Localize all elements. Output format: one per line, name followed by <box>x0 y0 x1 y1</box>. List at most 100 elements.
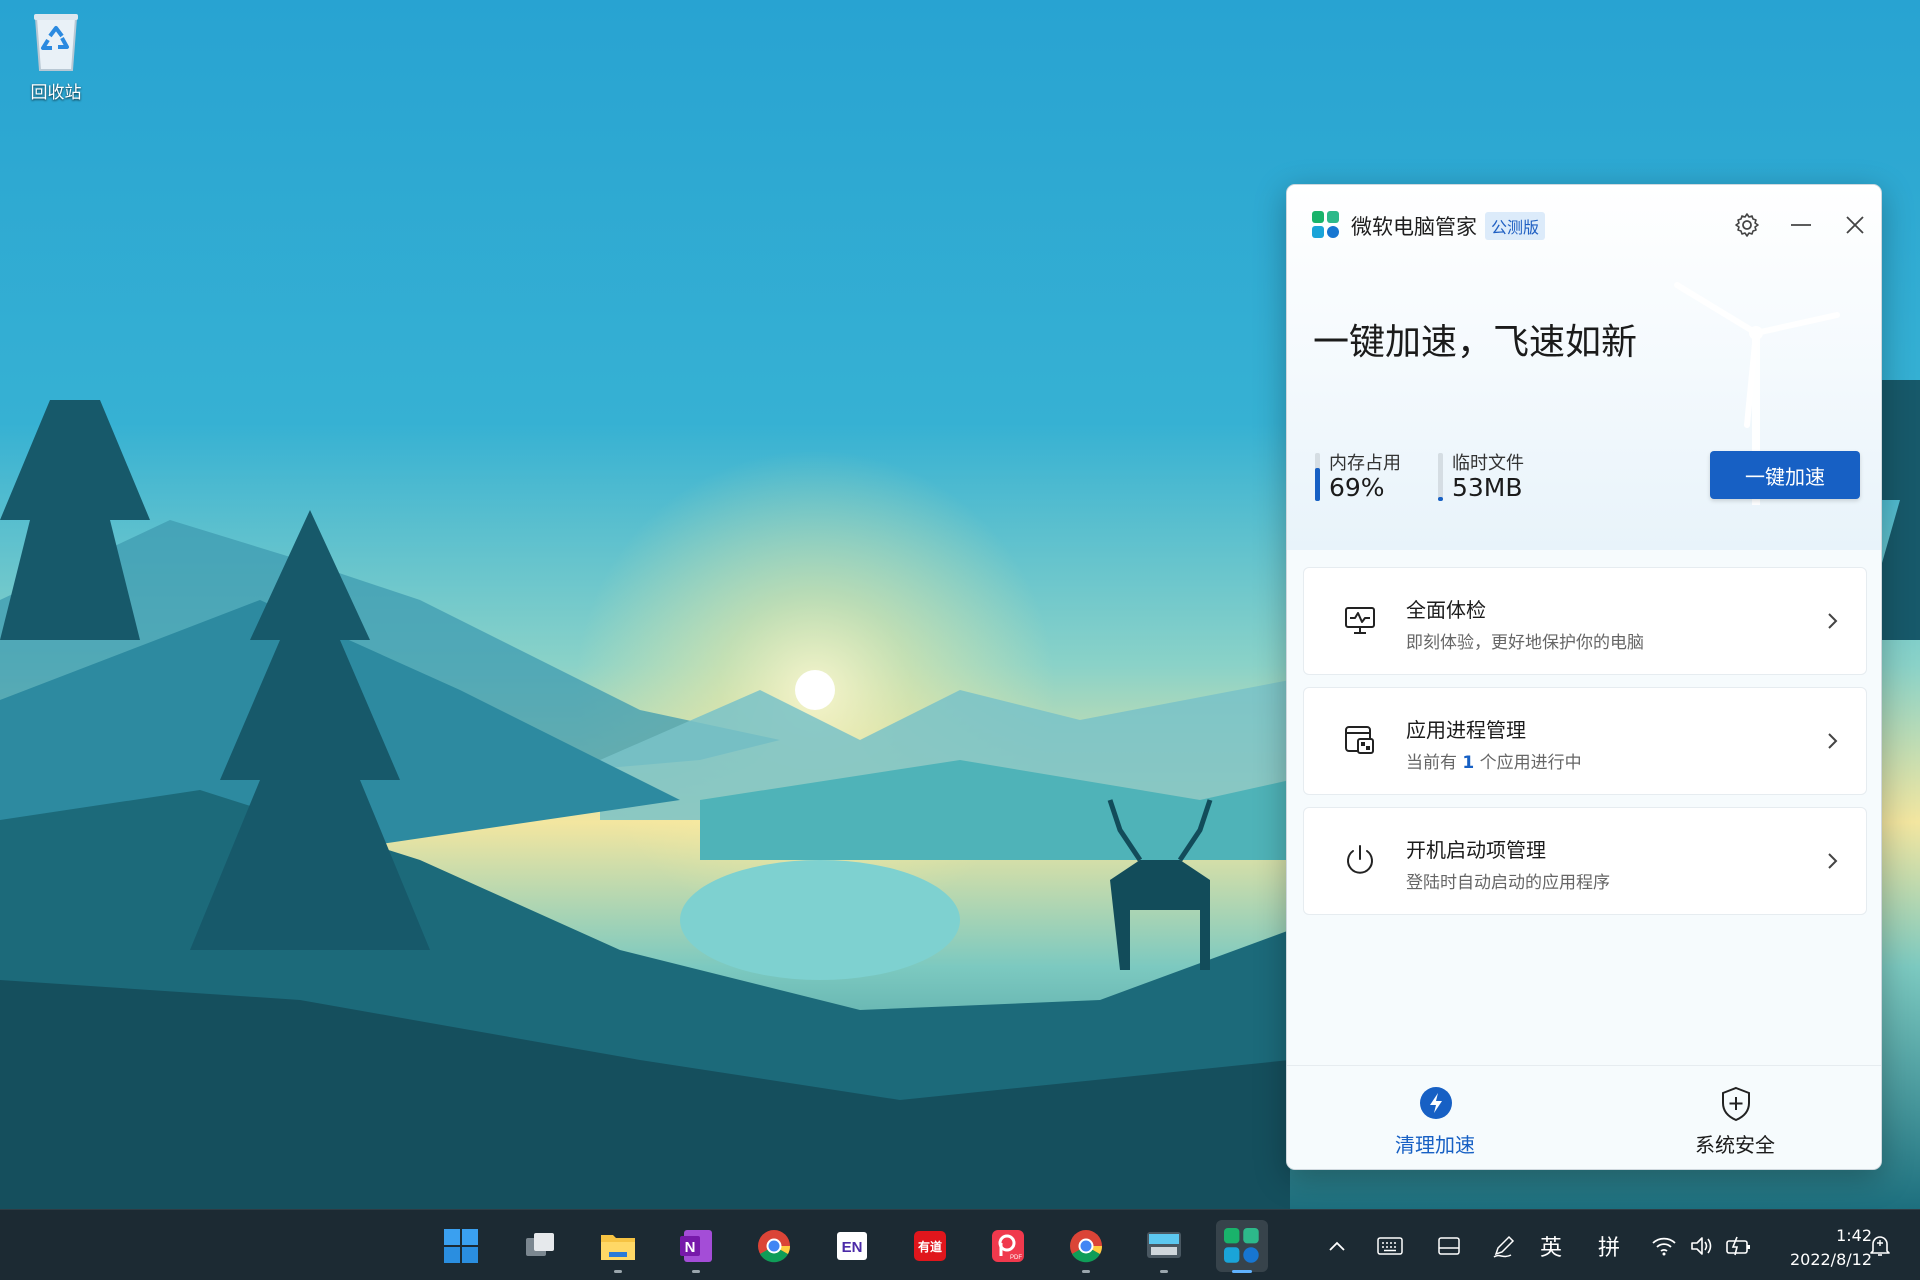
taskbar-en-dictionary[interactable]: EN <box>826 1220 878 1272</box>
pc-manager-window: 微软电脑管家 公测版 一键加速，飞速如新 内存占用 69% 临时文件 53MB … <box>1286 184 1882 1170</box>
temp-files-value: 53MB <box>1452 473 1523 502</box>
desktop-icon-recycle-bin[interactable]: 回收站 <box>18 8 94 103</box>
chevron-right-icon <box>1828 613 1838 629</box>
subtitle-prefix: 当前有 <box>1406 753 1457 773</box>
network-button[interactable] <box>1650 1232 1678 1260</box>
notification-bell-icon <box>1870 1236 1890 1256</box>
task-view-icon <box>526 1233 554 1256</box>
card-subtitle: 登陆时自动启动的应用程序 <box>1406 873 1610 893</box>
chevron-right-icon <box>1828 853 1838 869</box>
tablet-mode-button[interactable] <box>1436 1232 1462 1260</box>
nav-label: 系统安全 <box>1695 1133 1775 1157</box>
card-subtitle: 当前有 1 个应用进行中 <box>1406 748 1582 773</box>
running-indicator <box>1082 1270 1090 1273</box>
desktop-icon-label: 回收站 <box>30 83 82 103</box>
chevron-up-icon <box>1329 1241 1345 1251</box>
pdf-icon: PDF <box>992 1230 1024 1262</box>
keyboard-app-icon <box>1147 1232 1181 1258</box>
recycle-bin-icon <box>34 14 78 71</box>
running-app-count: 1 <box>1462 753 1475 773</box>
nav-cleanup-boost[interactable]: 清理加速 <box>1335 1066 1535 1169</box>
hero-section: 微软电脑管家 公测版 一键加速，飞速如新 内存占用 69% 临时文件 53MB … <box>1287 185 1881 550</box>
card-app-process-management[interactable]: 应用进程管理 当前有 1 个应用进行中 <box>1303 687 1867 795</box>
app-process-icon <box>1345 726 1374 754</box>
chrome-icon <box>1070 1230 1103 1263</box>
youdao-glyph: 有道 <box>918 1239 942 1254</box>
card-title: 全面体检 <box>1406 598 1486 622</box>
settings-button[interactable] <box>1727 205 1767 245</box>
title-bar: 微软电脑管家 公测版 <box>1287 185 1881 265</box>
taskbar-onenote[interactable]: N <box>670 1220 722 1273</box>
temp-files-bar <box>1438 453 1443 501</box>
pen-icon <box>1493 1235 1515 1258</box>
wifi-icon <box>1652 1237 1676 1256</box>
taskbar-file-explorer[interactable] <box>592 1220 644 1273</box>
nav-system-security[interactable]: 系统安全 <box>1635 1066 1835 1169</box>
windows-start-icon <box>444 1229 478 1263</box>
touch-keyboard-button[interactable] <box>1376 1232 1404 1260</box>
headline: 一键加速，飞速如新 <box>1313 322 1638 363</box>
bottom-navigation: 清理加速 系统安全 <box>1287 1065 1881 1169</box>
taskbar-chrome-2[interactable] <box>1060 1220 1112 1273</box>
folder-icon <box>601 1235 635 1260</box>
taskbar: N EN 有道 PDF 英 拼 1:42 2022/8/12 <box>0 1209 1920 1280</box>
close-icon <box>1846 216 1864 234</box>
power-icon <box>1347 845 1373 874</box>
lightning-icon <box>1420 1087 1452 1119</box>
pc-manager-logo-icon <box>1312 211 1339 238</box>
en-glyph: EN <box>842 1239 863 1256</box>
panel-icon <box>1438 1237 1460 1255</box>
memory-usage-value: 69% <box>1329 473 1385 502</box>
notifications-button[interactable] <box>1866 1232 1894 1260</box>
desktop: 回收站 微软电脑管家 公测版 一键加速，飞速如新 内存占用 69% 临时文件 5… <box>0 0 1920 1209</box>
memory-usage-bar <box>1315 453 1320 501</box>
app-title: 微软电脑管家 <box>1351 215 1477 239</box>
health-monitor-icon <box>1345 607 1375 634</box>
onenote-icon: N <box>680 1230 712 1262</box>
battery-charging-icon <box>1726 1236 1750 1256</box>
pdf-glyph: PDF <box>1010 1255 1022 1261</box>
pc-manager-icon <box>1224 1228 1259 1263</box>
ime-mode-toggle[interactable]: 拼 <box>1594 1232 1624 1261</box>
card-startup-management[interactable]: 开机启动项管理 登陆时自动启动的应用程序 <box>1303 807 1867 915</box>
taskbar-task-view[interactable] <box>514 1220 566 1272</box>
chevron-right-icon <box>1828 733 1838 749</box>
taskbar-screen-keyboard[interactable] <box>1138 1220 1190 1273</box>
card-title: 开机启动项管理 <box>1406 838 1546 862</box>
youdao-icon: 有道 <box>914 1231 946 1261</box>
taskbar-start-button[interactable] <box>435 1220 487 1272</box>
system-clock[interactable]: 1:42 2022/8/12 <box>1762 1224 1872 1272</box>
temp-files-label: 临时文件 <box>1452 453 1524 474</box>
en-dictionary-icon: EN <box>837 1232 867 1260</box>
gear-icon <box>1735 213 1759 237</box>
card-full-checkup[interactable]: 全面体检 即刻体验，更好地保护你的电脑 <box>1303 567 1867 675</box>
speaker-icon <box>1691 1237 1712 1255</box>
taskbar-pc-manager[interactable] <box>1216 1220 1268 1273</box>
close-button[interactable] <box>1835 205 1875 245</box>
onenote-glyph: N <box>685 1239 696 1256</box>
card-title: 应用进程管理 <box>1406 718 1526 742</box>
taskbar-youdao[interactable]: 有道 <box>904 1220 956 1272</box>
running-indicator <box>1160 1270 1168 1273</box>
running-indicator <box>692 1270 700 1273</box>
memory-usage-label: 内存占用 <box>1329 453 1401 474</box>
nav-label: 清理加速 <box>1395 1133 1475 1157</box>
card-subtitle: 即刻体验，更好地保护你的电脑 <box>1406 633 1644 653</box>
minimize-button[interactable] <box>1781 205 1821 245</box>
taskbar-pdf-reader[interactable]: PDF <box>982 1220 1034 1272</box>
clock-date: 2022/8/12 <box>1789 1250 1872 1269</box>
shield-plus-icon <box>1722 1086 1750 1122</box>
clock-time: 1:42 <box>1836 1226 1872 1245</box>
volume-button[interactable] <box>1688 1232 1716 1260</box>
ime-language-toggle[interactable]: 英 <box>1536 1232 1566 1261</box>
show-hidden-icons-button[interactable] <box>1324 1232 1350 1260</box>
keyboard-icon <box>1377 1237 1403 1255</box>
subtitle-suffix: 个应用进行中 <box>1479 753 1582 773</box>
active-indicator <box>1232 1270 1252 1273</box>
minimize-icon <box>1791 224 1811 226</box>
taskbar-chrome[interactable] <box>748 1220 800 1272</box>
pen-menu-button[interactable] <box>1490 1232 1518 1260</box>
one-click-boost-button[interactable]: 一键加速 <box>1710 451 1860 499</box>
battery-button[interactable] <box>1724 1232 1754 1260</box>
beta-badge: 公测版 <box>1485 212 1546 240</box>
